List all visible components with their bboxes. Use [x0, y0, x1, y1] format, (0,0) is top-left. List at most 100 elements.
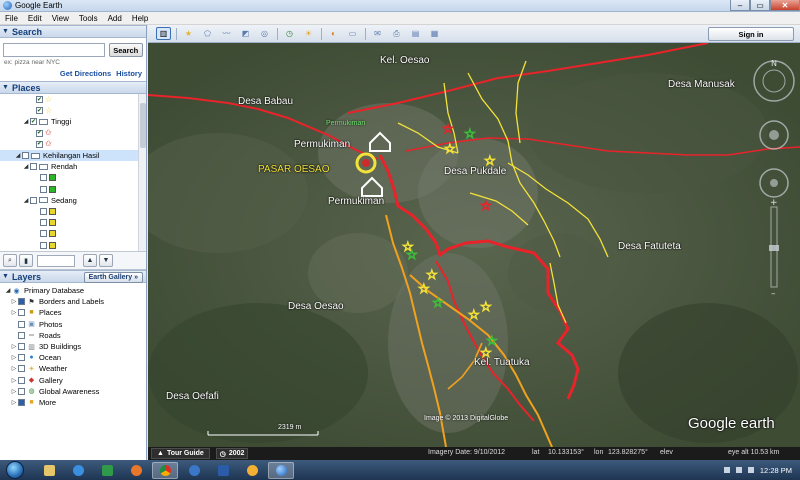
google-maps-icon[interactable]: ▦ — [427, 27, 442, 40]
expand-toggle-icon[interactable]: ◢ — [14, 152, 22, 159]
menu-edit[interactable]: Edit — [23, 14, 47, 23]
expand-toggle-icon[interactable]: ◢ — [22, 163, 30, 170]
tour-guide-button[interactable]: ▲ Tour Guide — [151, 448, 210, 459]
expand-toggle-icon[interactable]: ▷ — [10, 365, 18, 372]
paint-icon[interactable] — [239, 462, 265, 479]
explorer-icon[interactable] — [36, 462, 62, 479]
print-icon[interactable]: ⎙ — [389, 27, 404, 40]
expand-toggle-icon[interactable]: ◢ — [22, 197, 30, 204]
record-tour-icon[interactable]: ◎ — [257, 27, 272, 40]
network-icon[interactable] — [735, 467, 742, 473]
sign-in-button[interactable]: Sign in — [708, 27, 794, 41]
polygon-icon[interactable]: ⬠ — [200, 27, 215, 40]
layer-item-places[interactable]: ▷ ■ Places — [0, 307, 146, 318]
history-link[interactable]: History — [116, 69, 142, 81]
historical-imagery-icon[interactable]: ◷ — [282, 27, 297, 40]
checkbox[interactable] — [18, 365, 25, 373]
search-icon[interactable]: ⌕ — [3, 254, 17, 267]
scrollbar-thumb[interactable] — [140, 103, 146, 148]
email-icon[interactable]: ✉ — [370, 27, 385, 40]
excel-icon[interactable] — [94, 462, 120, 479]
minimize-button[interactable]: – — [730, 0, 750, 11]
expand-toggle-icon[interactable]: ▷ — [10, 388, 18, 395]
collapse-triangle-icon[interactable]: ▼ — [2, 273, 9, 280]
close-button[interactable]: ✕ — [770, 0, 800, 11]
save-image-icon[interactable]: ▤ — [408, 27, 423, 40]
clock[interactable]: 12:28 PM — [760, 466, 792, 475]
search-button[interactable]: Search — [108, 43, 143, 57]
checkbox[interactable]: ✔ — [36, 129, 43, 137]
tree-item[interactable]: ✔ ☆ — [0, 105, 146, 116]
layer-item-gallery[interactable]: ▷ ◆ Gallery — [0, 375, 146, 386]
expand-toggle-icon[interactable]: ◢ — [22, 118, 30, 125]
places-panel-header[interactable]: ▼ Places — [0, 81, 146, 94]
tree-item-sedang[interactable]: ◢ Sedang — [0, 195, 146, 206]
expand-toggle-icon[interactable]: ▷ — [10, 354, 18, 361]
layer-item-borders[interactable]: ▷ ⚑ Borders and Labels — [0, 296, 146, 307]
tree-item[interactable]: ✔ ✩ — [0, 139, 146, 150]
checkbox[interactable] — [18, 343, 25, 351]
placemark-icon[interactable]: ★ — [181, 27, 196, 40]
maximize-button[interactable]: ▭ — [750, 0, 770, 11]
checkbox[interactable] — [18, 387, 25, 395]
tree-item[interactable] — [0, 184, 146, 195]
word-icon[interactable] — [210, 462, 236, 479]
tree-item-tinggi[interactable]: ◢ ✔ Tinggi — [0, 116, 146, 127]
checkbox[interactable] — [40, 241, 47, 249]
layer-item-3d-buildings[interactable]: ▷ ▥ 3D Buildings — [0, 341, 146, 352]
path-icon[interactable]: 〰 — [219, 27, 234, 40]
tree-item[interactable] — [0, 172, 146, 183]
menu-tools[interactable]: Tools — [74, 14, 103, 23]
collapse-triangle-icon[interactable]: ▼ — [2, 28, 9, 35]
checkbox[interactable] — [18, 331, 25, 339]
tree-item[interactable] — [0, 228, 146, 239]
checkbox[interactable]: ✔ — [36, 96, 43, 104]
historical-year-button[interactable]: ◷ 2002 — [215, 448, 249, 459]
expand-toggle-icon[interactable]: ◢ — [4, 287, 12, 294]
menu-add[interactable]: Add — [103, 14, 127, 23]
sunlight-icon[interactable]: ☀ — [301, 27, 316, 40]
checkbox[interactable] — [22, 152, 29, 160]
media-player-icon[interactable] — [181, 462, 207, 479]
layer-item-primary-database[interactable]: ◢ ◉ Primary Database — [0, 285, 146, 296]
checkbox[interactable] — [40, 207, 47, 215]
expand-toggle-icon[interactable]: ▷ — [10, 298, 18, 305]
checkbox[interactable] — [40, 230, 47, 238]
layer-item-more[interactable]: ▷ ■ More — [0, 397, 146, 408]
checkbox[interactable] — [18, 398, 25, 406]
checkbox[interactable] — [18, 376, 25, 384]
checkbox[interactable] — [30, 196, 37, 204]
tree-item[interactable]: ✔ ☆ — [0, 94, 146, 105]
checkbox[interactable] — [18, 354, 25, 362]
move-up-icon[interactable]: ▲ — [83, 254, 97, 267]
tree-item[interactable] — [0, 206, 146, 217]
start-button[interactable] — [6, 461, 24, 479]
get-directions-link[interactable]: Get Directions — [60, 69, 111, 81]
checkbox[interactable] — [18, 309, 25, 317]
checkbox[interactable] — [18, 320, 25, 328]
tree-item[interactable] — [0, 239, 146, 250]
ie-icon[interactable] — [65, 462, 91, 479]
layers-panel-header[interactable]: ▼ Layers Earth Gallery » — [0, 270, 146, 283]
firefox-icon[interactable] — [123, 462, 149, 479]
collapse-triangle-icon[interactable]: ▼ — [2, 84, 9, 91]
tree-item[interactable] — [0, 217, 146, 228]
places-scrollbar[interactable] — [138, 94, 146, 251]
layer-item-ocean[interactable]: ▷ ● Ocean — [0, 352, 146, 363]
map-view[interactable]: ☆ ☆ ☆ ☆ ☆ ☆ ☆ ☆ ☆ ☆ ☆ ☆ ☆ ☆ N + – Kel. O… — [148, 43, 800, 447]
planets-icon[interactable]: ◐ — [326, 27, 341, 40]
checkbox[interactable] — [40, 174, 47, 182]
menu-help[interactable]: Help — [127, 14, 153, 23]
menu-view[interactable]: View — [47, 14, 74, 23]
overlay-icon[interactable]: ◩ — [238, 27, 253, 40]
tree-item-kehilangan-hasil[interactable]: ◢ Kehilangan Hasil — [0, 149, 146, 162]
layer-item-global-awareness[interactable]: ▷ ◍ Global Awareness — [0, 386, 146, 397]
checkbox[interactable] — [18, 298, 25, 306]
chrome-icon[interactable] — [152, 461, 178, 479]
checkbox[interactable]: ✔ — [36, 140, 43, 148]
move-down-icon[interactable]: ▼ — [99, 254, 113, 267]
expand-toggle-icon[interactable]: ▷ — [10, 377, 18, 384]
layer-item-photos[interactable]: ▣ Photos — [0, 319, 146, 330]
earth-gallery-button[interactable]: Earth Gallery » — [83, 272, 143, 283]
search-panel-header[interactable]: ▼ Search — [0, 25, 146, 38]
